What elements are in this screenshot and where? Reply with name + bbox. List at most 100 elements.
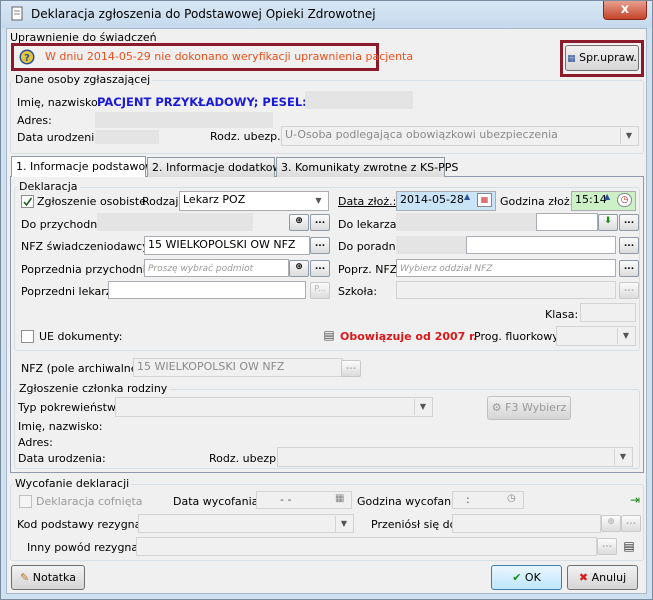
cancel-x-icon: ✖ — [578, 571, 589, 584]
rodzaj-select[interactable]: Lekarz POZ ▼ — [179, 191, 329, 211]
nfz-swiadcz-input[interactable]: 15 WIELKOPOLSKI OW NFZ — [144, 236, 310, 255]
do-poradni-input[interactable] — [466, 236, 616, 254]
notes-icon[interactable]: ▤ — [621, 538, 637, 554]
cofnieta-checkbox — [19, 495, 32, 508]
inny-label: Inny powód rezygnacji: — [27, 541, 155, 554]
search-list-button[interactable]: ⊕ — [289, 214, 309, 231]
osoba-rodz-label: Rodz. ubezp.: — [210, 130, 285, 143]
ellipsis-button[interactable]: ... — [619, 214, 639, 231]
szkola-input — [396, 281, 616, 299]
dob-redacted — [95, 130, 159, 144]
data-wycofania-value: - - — [280, 493, 292, 506]
chevron-down-icon: ▼ — [414, 399, 431, 415]
rodzaj-value: Lekarz POZ — [183, 193, 246, 206]
poprz-przychodnia-input[interactable]: Proszę wybrać podmiot — [144, 259, 289, 277]
anuluj-label: Anuluj — [591, 571, 627, 584]
chevron-down-icon: ▼ — [620, 128, 637, 144]
czlonek-dob-label: Data urodzenia: — [18, 452, 106, 465]
ellipsis-label: ... — [623, 284, 635, 294]
calendar-icon[interactable]: ▦ — [477, 193, 492, 207]
szkola-label: Szkoła: — [338, 285, 378, 298]
ellipsis-label: ... — [314, 239, 326, 249]
czlonek-rodz-label: Rodz. ubezp.: — [209, 452, 284, 465]
spin-icon[interactable]: ▲ — [604, 192, 610, 201]
poradnia-redacted — [396, 236, 466, 254]
godzina-label: Godzina złoż.: — [500, 195, 577, 208]
kod-select: ▼ — [138, 514, 354, 533]
ellipsis-label: ... — [345, 362, 357, 372]
document-icon — [9, 6, 25, 22]
klasa-label: Klasa: — [545, 308, 579, 321]
search-arrow-button[interactable]: ⬇ — [598, 214, 618, 231]
ellipsis-label: ... — [623, 239, 635, 249]
svg-text:?: ? — [24, 53, 30, 64]
search-list-icon: ⊕ — [607, 517, 615, 527]
data-wycofania-input: - - ▦ — [256, 491, 352, 509]
do-lekarza-input[interactable] — [536, 213, 598, 231]
ellipsis-button[interactable]: ... — [310, 214, 330, 231]
typ-label: Typ pokrewieństwa: — [18, 401, 127, 414]
tab-informacje-dodatkowe[interactable]: 2. Informacje dodatkowe — [147, 157, 288, 177]
arrow-down-green-icon: ⬇ — [604, 216, 612, 226]
ellipsis-button[interactable]: ... — [619, 237, 639, 254]
typ-select: ▼ — [115, 397, 433, 417]
question-icon: ? — [19, 49, 35, 65]
czlonek-adres-label: Adres: — [18, 436, 53, 449]
przeniosl-input — [452, 514, 601, 533]
search-list-icon: ⊕ — [295, 216, 303, 226]
ellipsis-button: ... — [597, 538, 617, 555]
spr-upraw-label: Spr.upraw. — [579, 51, 637, 64]
close-button[interactable]: x — [603, 1, 647, 20]
poprz-przychodnia-placeholder: Proszę wybrać podmiot — [148, 264, 254, 274]
tab-komunikaty[interactable]: 3. Komunikaty zwrotne z KS-PPS — [276, 157, 458, 177]
godzina-wycofania-label: Godzina wycofania: — [357, 495, 465, 508]
p-label: P... — [314, 284, 326, 293]
tab-informacje-podstawowe[interactable]: 1. Informacje podstawowe — [11, 156, 161, 177]
ellipsis-button[interactable]: ... — [619, 260, 639, 277]
calendar-icon: ▦ — [335, 493, 345, 504]
przeniosl-label: Przeniósł się do: — [371, 518, 461, 531]
poprz-lekarz-input[interactable] — [108, 281, 306, 299]
ellipsis-button[interactable]: ... — [310, 237, 330, 254]
clock-icon[interactable]: ◷ — [617, 193, 632, 207]
ellipsis-label: ... — [601, 540, 613, 550]
chevron-down-icon: ▼ — [335, 516, 352, 532]
nfz-swiadcz-value: 15 WIELKOPOLSKI OW NFZ — [148, 238, 296, 251]
inny-input — [136, 537, 597, 556]
ellipsis-label: ... — [314, 216, 326, 226]
ellipsis-button[interactable]: ... — [310, 260, 330, 277]
poprz-przychodnia-label: Poprzednia przychodnia: — [21, 263, 157, 276]
tab-label: 1. Informacje podstawowe — [16, 160, 161, 173]
p-button[interactable]: P... — [310, 282, 330, 299]
data-zloz-label: Data złoż.: — [338, 195, 397, 208]
tab-label: 2. Informacje dodatkowe — [152, 161, 289, 174]
lekarz-redacted — [396, 213, 536, 231]
ellipsis-label: ... — [314, 262, 326, 272]
osoba-dob-label: Data urodzenia: — [17, 131, 105, 144]
notatka-button[interactable]: ✎ Notatka — [11, 565, 85, 590]
rodzaj-label: Rodzaj: — [142, 195, 183, 208]
data-zloz-input[interactable]: 2014-05-28 ▲ ▦ — [396, 191, 496, 211]
ellipsis-button: ... — [341, 360, 361, 377]
chevron-down-icon: ▼ — [315, 196, 322, 205]
warning-text: W dniu 2014-05-29 nie dokonano weryfikac… — [45, 50, 414, 63]
export-icon[interactable]: ⇥ — [627, 492, 643, 508]
f3-label: F3 Wybierz — [505, 401, 567, 414]
osoba-rodz-value: U-Osoba podlegająca obowiązkowi ubezpiec… — [285, 128, 558, 141]
zgloszenie-checkbox[interactable] — [21, 195, 34, 208]
spr-upraw-button[interactable]: ▦ Spr.upraw. — [565, 45, 639, 71]
poprz-nfz-input[interactable]: Wybierz oddział NFZ — [396, 259, 616, 277]
ue-checkbox[interactable] — [21, 330, 34, 343]
godzina-input[interactable]: 15:14 ▲ ◷ — [571, 191, 636, 211]
search-list-button[interactable]: ⊕ — [289, 260, 309, 277]
przychodnia-redacted — [97, 213, 253, 231]
anuluj-button[interactable]: ✖ Anuluj — [567, 565, 638, 590]
spin-icon[interactable]: ▲ — [464, 192, 470, 201]
osoba-name-value: PACJENT PRZYKŁADOWY; PESEL: — [97, 95, 307, 109]
ok-button[interactable]: ✔ OK — [491, 565, 562, 590]
notatka-label: Notatka — [32, 571, 76, 584]
osoba-rodz-field: U-Osoba podlegająca obowiązkowi ubezpiec… — [281, 126, 639, 146]
gear-icon: ⚙ — [491, 401, 502, 414]
prog-label: Prog. fluorkowy: — [474, 330, 562, 343]
book-icon: ▤ — [323, 328, 335, 342]
